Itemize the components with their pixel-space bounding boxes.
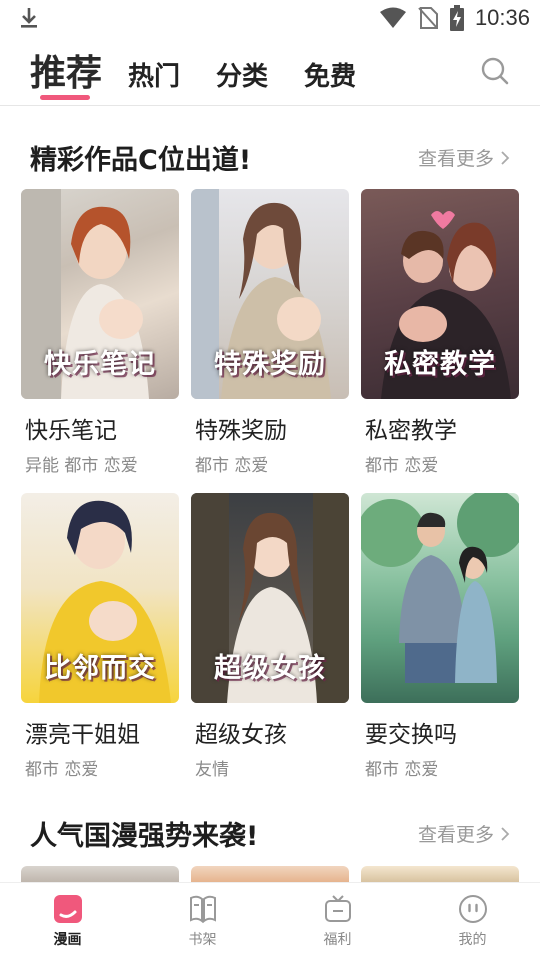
comic-card[interactable]: 私密教学 私密教学 都市 恋爱 bbox=[361, 189, 519, 476]
comic-tags: 异能 都市 恋爱 bbox=[25, 456, 138, 476]
chevron-right-icon bbox=[501, 826, 510, 841]
tab-category[interactable]: 分类 bbox=[216, 56, 268, 93]
comic-title: 私密教学 bbox=[365, 418, 457, 444]
nav-bookshelf[interactable]: 书架 bbox=[135, 883, 270, 960]
comic-cover[interactable]: 私密教学 bbox=[361, 189, 519, 399]
nav-welfare[interactable]: 福利 bbox=[270, 883, 405, 960]
comic-tags: 友情 bbox=[195, 760, 229, 780]
cover-title-art: 比邻而交 bbox=[44, 653, 156, 684]
active-tab-indicator bbox=[40, 95, 90, 100]
tab-hot[interactable]: 热门 bbox=[128, 56, 180, 93]
battery-charging-icon bbox=[449, 5, 464, 31]
comic-cover[interactable]: 比邻而交 bbox=[21, 493, 179, 703]
comic-icon bbox=[53, 895, 82, 923]
comic-cover-partial[interactable] bbox=[191, 866, 349, 882]
comic-card[interactable]: 比邻而交 漂亮干姐姐 都市 恋爱 bbox=[21, 493, 179, 780]
comic-title: 快乐笔记 bbox=[25, 418, 117, 444]
comic-title: 超级女孩 bbox=[195, 722, 287, 748]
comic-title: 漂亮干姐姐 bbox=[25, 722, 140, 748]
status-bar: 10:36 bbox=[0, 0, 540, 36]
chevron-right-icon bbox=[501, 150, 510, 165]
see-more-label: 查看更多 bbox=[417, 148, 494, 170]
nav-comic[interactable]: 漫画 bbox=[0, 883, 135, 960]
comic-cover-partial[interactable] bbox=[361, 866, 519, 882]
see-more-label: 查看更多 bbox=[417, 824, 494, 846]
top-tab-bar: 推荐 热门 分类 免费 bbox=[0, 36, 540, 106]
comic-tags: 都市 恋爱 bbox=[195, 456, 269, 476]
comic-title: 要交换吗 bbox=[365, 722, 457, 748]
search-icon[interactable] bbox=[480, 56, 510, 86]
section-title: 精彩作品C位出道! bbox=[30, 145, 252, 176]
see-more-link[interactable]: 查看更多 bbox=[418, 820, 512, 847]
comic-tags: 都市 恋爱 bbox=[365, 456, 439, 476]
tab-recommend[interactable]: 推荐 bbox=[30, 44, 102, 96]
nav-label: 我的 bbox=[458, 932, 487, 948]
comic-cover[interactable] bbox=[361, 493, 519, 703]
section-header-popular: 人气国漫强势来袭! 查看更多 bbox=[0, 808, 540, 858]
comic-cover[interactable]: 特殊奖励 bbox=[191, 189, 349, 399]
comic-card[interactable]: 要交换吗 都市 恋爱 bbox=[361, 493, 519, 780]
section-header-featured: 精彩作品C位出道! 查看更多 bbox=[0, 132, 540, 182]
comic-title: 特殊奖励 bbox=[195, 418, 287, 444]
cover-title-art: 超级女孩 bbox=[214, 653, 326, 684]
nav-profile[interactable]: 我的 bbox=[405, 883, 540, 960]
comic-cover[interactable]: 超级女孩 bbox=[191, 493, 349, 703]
comic-card[interactable]: 快乐笔记 快乐笔记 异能 都市 恋爱 bbox=[21, 189, 179, 476]
clock: 10:36 bbox=[474, 5, 530, 30]
comic-cover[interactable]: 快乐笔记 bbox=[21, 189, 179, 399]
section-title: 人气国漫强势来袭! bbox=[30, 821, 259, 852]
bottom-navigation: 漫画 书架 福利 我的 bbox=[0, 882, 540, 960]
download-icon bbox=[21, 8, 37, 28]
bookshelf-icon bbox=[189, 895, 216, 924]
nav-label: 福利 bbox=[323, 932, 352, 948]
wifi-icon bbox=[379, 7, 406, 28]
cover-title-art: 特殊奖励 bbox=[214, 349, 326, 380]
see-more-link[interactable]: 查看更多 bbox=[418, 144, 512, 171]
comic-cover-partial[interactable] bbox=[21, 866, 179, 882]
comic-tags: 都市 恋爱 bbox=[365, 760, 439, 780]
no-sim-icon bbox=[418, 7, 438, 29]
cover-title-art: 私密教学 bbox=[384, 349, 496, 380]
cover-title-art: 快乐笔记 bbox=[44, 349, 156, 380]
nav-label: 漫画 bbox=[53, 932, 82, 948]
cover-illustration bbox=[361, 493, 519, 683]
comic-tags: 都市 恋爱 bbox=[25, 760, 99, 780]
comic-card[interactable]: 超级女孩 超级女孩 友情 bbox=[191, 493, 349, 780]
profile-icon bbox=[458, 895, 487, 923]
comic-card[interactable]: 特殊奖励 特殊奖励 都市 恋爱 bbox=[191, 189, 349, 476]
tab-free[interactable]: 免费 bbox=[304, 56, 356, 93]
nav-label: 书架 bbox=[188, 932, 217, 948]
gift-tv-icon bbox=[324, 895, 351, 922]
